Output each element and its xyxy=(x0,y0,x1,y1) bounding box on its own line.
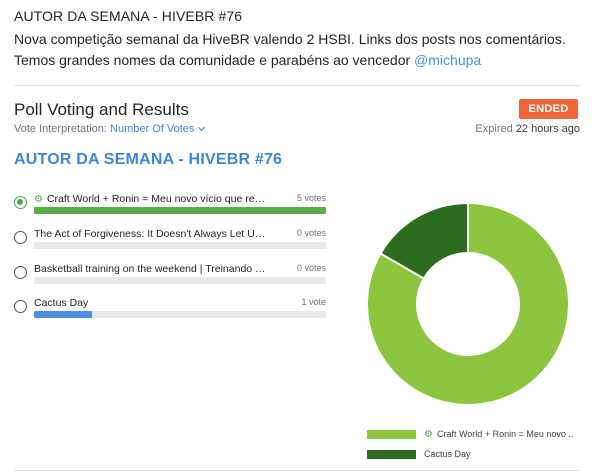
gear-icon: ⚙ xyxy=(34,194,43,205)
poll-option[interactable]: ⚙ Craft World + Ronin = Meu novo vício qu… xyxy=(14,192,326,222)
interpretation-label: Vote Interpretation: xyxy=(14,123,111,135)
legend-swatch xyxy=(367,429,416,439)
option-label: Cactus Day xyxy=(34,296,270,310)
radio-button[interactable] xyxy=(14,300,27,313)
legend-label: Cactus Day xyxy=(424,449,471,459)
vote-interpretation: Vote Interpretation: Number Of Votes xyxy=(14,123,206,135)
post-title: AUTOR DA SEMANA - HIVEBR #76 xyxy=(14,8,243,24)
status-badge: ENDED xyxy=(519,99,578,119)
option-label: Basketball training on the weekend | Tre… xyxy=(34,262,270,276)
expired-time: 22 hours ago xyxy=(515,123,580,135)
expired-info: Expired 22 hours ago xyxy=(475,123,580,135)
legend-item[interactable]: ⚙ Craft World + Ronin = Meu novo .. xyxy=(367,424,573,444)
divider-bottom xyxy=(14,470,580,471)
legend-label: Craft World + Ronin = Meu novo .. xyxy=(436,429,574,439)
legend-item[interactable]: Cactus Day xyxy=(367,444,573,464)
expired-label: Expired xyxy=(475,123,516,135)
interpretation-dropdown[interactable]: Number Of Votes xyxy=(110,123,206,135)
vote-bar-track xyxy=(34,242,326,249)
option-label-text: Cactus Day xyxy=(34,297,89,309)
radio-button[interactable] xyxy=(14,231,27,244)
option-label: ⚙ Craft World + Ronin = Meu novo vício qu… xyxy=(34,192,270,207)
gear-icon: ⚙ xyxy=(424,428,433,440)
post-body-text: Nova competição semanal da HiveBR valend… xyxy=(14,31,566,68)
option-label: The Act of Forgiveness: It Doesn't Alway… xyxy=(34,227,270,241)
option-votes: 5 votes xyxy=(296,193,326,203)
option-votes: 0 votes xyxy=(296,263,326,273)
poll-option[interactable]: Basketball training on the weekend | Tre… xyxy=(14,262,326,292)
legend-swatch xyxy=(367,449,416,459)
mention-link[interactable]: @michupa xyxy=(414,52,481,68)
post-body: Nova competição semanal da HiveBR valend… xyxy=(14,29,584,71)
poll-header: Poll Voting and Results xyxy=(14,100,189,119)
option-label-text: Craft World + Ronin = Meu novo vício que… xyxy=(46,193,270,205)
option-label-text: The Act of Forgiveness: It Doesn't Alway… xyxy=(34,228,270,240)
option-votes: 0 votes xyxy=(296,228,326,238)
donut-chart xyxy=(366,201,570,406)
interpretation-value: Number Of Votes xyxy=(110,123,195,135)
divider-top xyxy=(14,85,580,86)
chart-legend: ⚙ Craft World + Ronin = Meu novo .. Cactus… xyxy=(367,424,573,464)
option-label-text: Basketball training on the weekend | Tre… xyxy=(34,263,270,275)
vote-bar-track xyxy=(34,277,326,284)
chevron-down-icon xyxy=(198,123,206,132)
option-votes: 1 vote xyxy=(301,297,326,307)
poll-question: AUTOR DA SEMANA - HIVEBR #76 xyxy=(14,151,283,168)
vote-bar-track xyxy=(34,311,326,318)
vote-bar-fill xyxy=(34,207,326,214)
vote-bar-track xyxy=(34,207,326,214)
radio-button[interactable] xyxy=(14,196,27,209)
vote-bar-fill xyxy=(34,311,93,318)
poll-option[interactable]: The Act of Forgiveness: It Doesn't Alway… xyxy=(14,227,326,257)
radio-button[interactable] xyxy=(14,266,27,279)
poll-option[interactable]: Cactus Day 1 vote xyxy=(14,296,326,326)
